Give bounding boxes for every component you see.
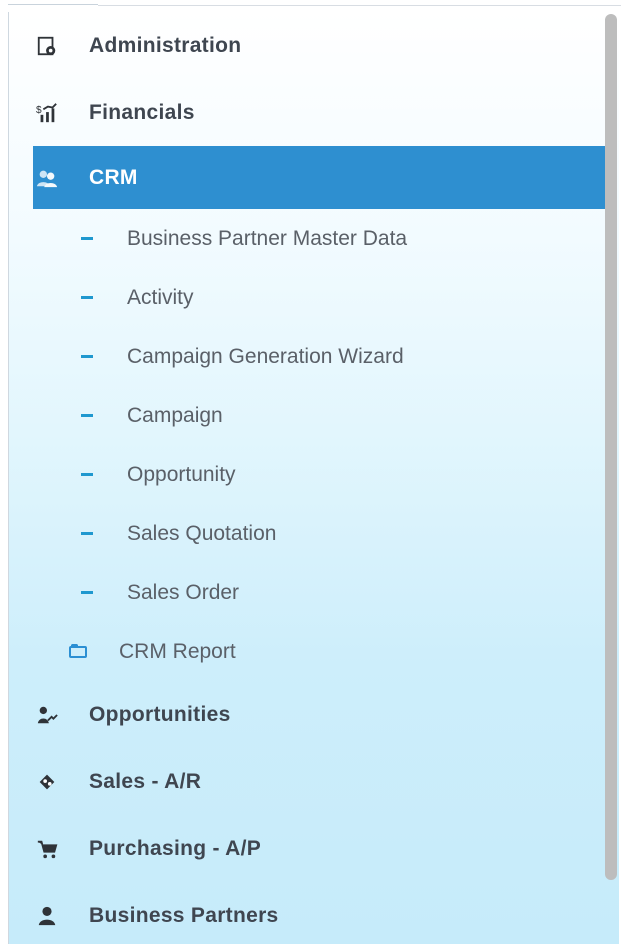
menu-item-label: Sales - A/R [89,769,202,793]
top-tab-edge [8,0,98,5]
navigation-frame: Administration $ Financials CRM Business… [0,0,621,944]
crm-subitem-label: Opportunity [127,462,236,486]
menu-item-administration[interactable]: Administration [9,12,619,79]
dash-icon [81,414,93,417]
crm-subitem-crm-report[interactable]: CRM Report [9,622,619,681]
financials-icon: $ [35,101,59,125]
dash-icon [81,237,93,240]
crm-subitem-label: Activity [127,285,194,309]
crm-icon [35,166,59,190]
opportunities-icon [35,703,59,727]
crm-subitem-label: Campaign Generation Wizard [127,344,404,368]
folder-icon [69,643,89,660]
sales-icon [35,770,59,794]
administration-icon [35,34,59,58]
crm-subitem-business-partner-master-data[interactable]: Business Partner Master Data [9,209,619,268]
dash-icon [81,355,93,358]
svg-text:$: $ [36,105,42,116]
dash-icon [81,296,93,299]
crm-subitem-sales-quotation[interactable]: Sales Quotation [9,504,619,563]
crm-subitem-opportunity[interactable]: Opportunity [9,445,619,504]
menu-item-sales-ar[interactable]: Sales - A/R [9,748,619,815]
scrollbar-thumb[interactable] [605,14,617,880]
navigation-panel: Administration $ Financials CRM Business… [8,12,619,944]
menu-item-label: Opportunities [89,702,231,726]
crm-subitem-campaign[interactable]: Campaign [9,386,619,445]
crm-subitem-campaign-generation-wizard[interactable]: Campaign Generation Wizard [9,327,619,386]
crm-subitem-label: Sales Order [127,580,240,604]
business-partners-icon [35,904,59,928]
crm-subitem-label: Business Partner Master Data [127,226,408,250]
folder-body-shape [69,645,87,658]
menu-item-label: Financials [89,100,195,124]
cart-icon [35,837,59,861]
menu-item-label: Business Partners [89,903,279,927]
menu-item-label: Purchasing - A/P [89,836,262,860]
menu-item-label: Administration [89,33,242,57]
menu-item-purchasing-ap[interactable]: Purchasing - A/P [9,815,619,882]
menu-item-label: CRM [89,165,138,189]
dash-icon [81,532,93,535]
crm-subitem-label: CRM Report [119,639,236,663]
menu-item-financials[interactable]: $ Financials [9,79,619,146]
crm-subitem-sales-order[interactable]: Sales Order [9,563,619,622]
crm-subitem-activity[interactable]: Activity [9,268,619,327]
menu-item-opportunities[interactable]: Opportunities [9,681,619,748]
dash-icon [81,473,93,476]
crm-subitem-label: Sales Quotation [127,521,277,545]
dash-icon [81,591,93,594]
menu-item-crm[interactable]: CRM [33,146,611,209]
menu-item-business-partners[interactable]: Business Partners [9,882,619,944]
top-divider [98,0,621,6]
crm-subitem-label: Campaign [127,403,223,427]
main-menu: Administration $ Financials CRM Business… [9,12,619,944]
